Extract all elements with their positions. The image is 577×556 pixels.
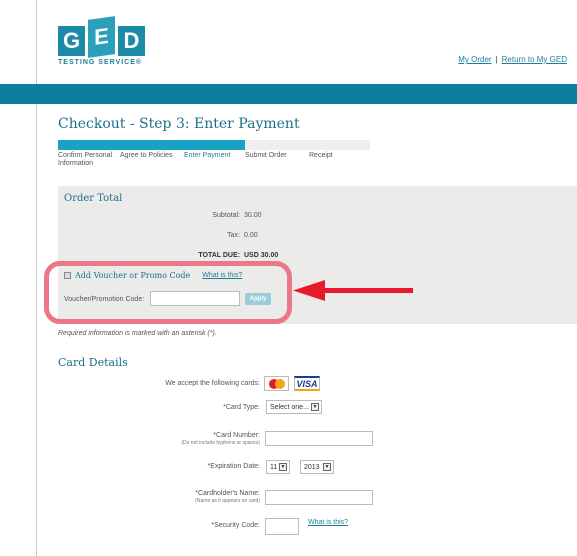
logo-letter-e: E [88, 16, 115, 58]
progress-fill [58, 140, 246, 150]
arrow-head [293, 280, 325, 301]
step-receipt: Receipt [309, 152, 333, 159]
voucher-highlight-annotation [44, 261, 292, 324]
logo-letter-d: D [118, 26, 145, 56]
tax-label: Tax: [227, 232, 240, 239]
mastercard-icon [264, 376, 289, 391]
order-total-title: Order Total [64, 193, 123, 204]
mastercard-circle-orange [274, 378, 285, 389]
step-submit-order: Submit Order [245, 152, 287, 159]
step-confirm-personal: Confirm Personal Information [58, 152, 113, 167]
required-note: Required information is marked with an a… [58, 330, 217, 337]
ged-logo-icon: G E D [58, 16, 148, 58]
arrow-shaft [321, 288, 413, 293]
my-order-link[interactable]: My Order [458, 55, 491, 64]
card-type-select[interactable]: Select one... ▼ [266, 400, 322, 414]
subtotal-value: 30.00 [244, 212, 262, 219]
card-number-label-text: *Card Number: [213, 432, 260, 439]
exp-month-value: 11 [270, 463, 278, 471]
cardholder-hint: (Name as it appears on card) [195, 498, 260, 504]
accepted-cards-label: We accept the following cards: [165, 380, 260, 387]
header-bar [0, 84, 577, 104]
card-details-title: Card Details [58, 356, 128, 369]
top-links: My Order | Return to My GED [458, 55, 567, 64]
security-code-input[interactable] [265, 518, 299, 535]
cardholder-name-input[interactable] [265, 490, 373, 505]
link-separator: | [495, 55, 498, 64]
exp-month-select[interactable]: 11 ▼ [266, 460, 290, 474]
cardholder-label-text: *Cardholder's Name: [195, 490, 260, 497]
card-number-label: *Card Number: (Do not include hyphens or… [60, 431, 260, 446]
step-agree-policies: Agree to Policies [120, 152, 173, 159]
total-due-value: USD 30.00 [244, 252, 279, 259]
exp-year-value: 2013 [304, 463, 320, 471]
cardholder-name-label: *Cardholder's Name: (Name as it appears … [60, 489, 260, 504]
return-link[interactable]: Return to My GED [502, 55, 567, 64]
security-code-label: *Security Code: [211, 522, 260, 529]
security-what-is-this-link[interactable]: What is this? [308, 519, 348, 526]
exp-year-select[interactable]: 2013 ▼ [300, 460, 334, 474]
expiration-label: *Expiration Date: [207, 463, 260, 470]
card-number-hint: (Do not include hyphens or spaces) [181, 440, 260, 446]
chevron-down-icon: ▼ [323, 463, 331, 471]
visa-icon: VISA [294, 376, 320, 391]
card-type-value: Select one... [270, 403, 309, 411]
logo-subtitle: TESTING SERVICE® [58, 59, 143, 66]
step-enter-payment: Enter Payment [184, 152, 231, 159]
ged-logo[interactable]: G E D TESTING SERVICE® [58, 16, 148, 66]
subtotal-label: Subtotal: [212, 212, 240, 219]
logo-letter-g: G [58, 26, 85, 56]
total-due-label: TOTAL DUE: [198, 252, 240, 259]
progress-bar [58, 140, 370, 150]
chevron-down-icon: ▼ [279, 463, 287, 471]
card-number-input[interactable] [265, 431, 373, 446]
chevron-down-icon: ▼ [311, 403, 319, 411]
page-title: Checkout - Step 3: Enter Payment [58, 116, 300, 132]
arrow-annotation-icon [293, 280, 413, 301]
card-type-label: *Card Type: [223, 404, 260, 411]
tax-value: 0.00 [244, 232, 258, 239]
